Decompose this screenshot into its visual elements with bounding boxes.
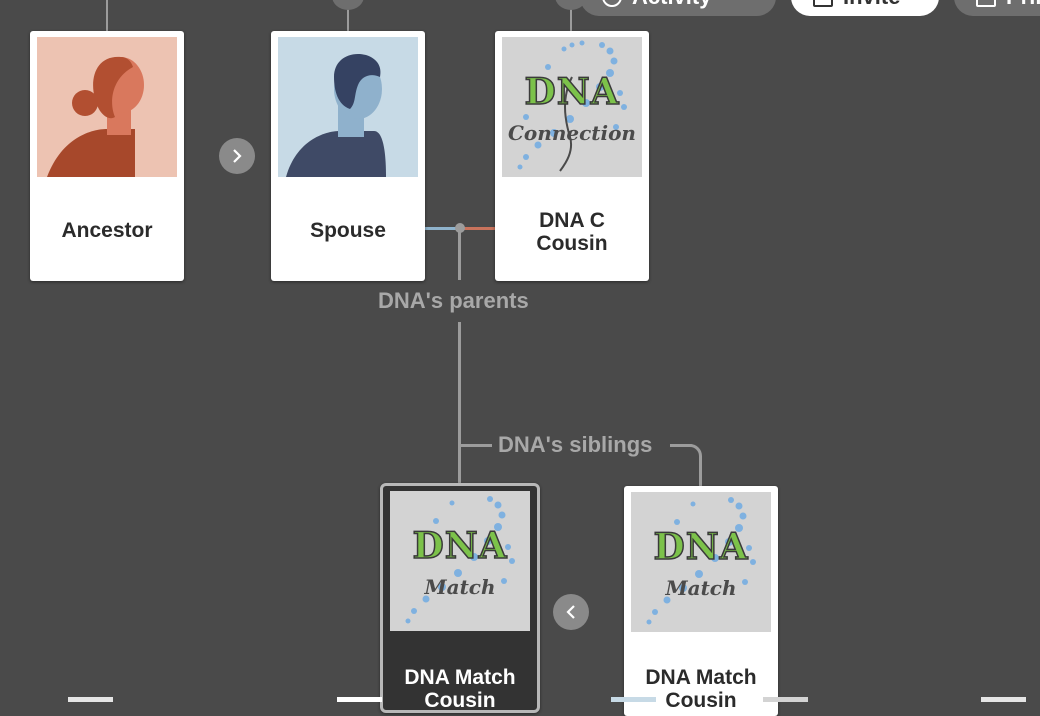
person-name: Ancestor xyxy=(61,219,153,242)
print-label: Print xyxy=(1006,0,1040,10)
printer-icon xyxy=(976,0,996,7)
dna-sub: Connection xyxy=(508,121,636,145)
dna-match-image: DNA Match xyxy=(390,491,530,631)
dna-word: DNA xyxy=(412,524,508,568)
male-avatar-icon xyxy=(278,37,418,177)
person-card-dna-match-selected[interactable]: DNA Match DNA Match Cousin xyxy=(380,483,540,713)
siblings-branch-left xyxy=(458,444,492,447)
bottom-thumbnail xyxy=(337,697,382,702)
chevron-right-icon xyxy=(233,149,242,163)
dna-match-image: DNA Match xyxy=(631,492,771,632)
person-card-spouse[interactable]: Spouse xyxy=(271,31,425,281)
invite-button[interactable]: Invite xyxy=(791,0,939,16)
chevron-left-icon xyxy=(566,605,575,619)
siblings-branch-curve xyxy=(684,444,702,486)
person-plus-icon xyxy=(813,0,833,7)
person-name: DNA Match Cousin xyxy=(645,666,757,712)
person-name: DNA C Cousin xyxy=(536,209,608,255)
ancestor-up-connector xyxy=(106,0,108,31)
dna-connection-image: DNA Connection xyxy=(502,37,642,177)
clock-icon xyxy=(602,0,622,7)
invite-label: Invite xyxy=(843,0,900,10)
parents-to-siblings-line xyxy=(458,322,461,484)
bottom-thumbnail xyxy=(763,697,808,702)
bottom-thumbnail xyxy=(68,697,113,702)
parents-label: DNA's parents xyxy=(372,288,535,314)
dna-word: DNA xyxy=(524,70,620,114)
dna-c-up-node xyxy=(555,0,587,10)
siblings-label: DNA's siblings xyxy=(492,432,659,458)
person-name: DNA Match Cousin xyxy=(404,666,516,712)
couple-down-connector xyxy=(458,232,461,280)
spouse-up-node xyxy=(332,0,364,10)
dna-sub: Match xyxy=(665,576,737,600)
person-card-dna-c-cousin[interactable]: DNA Connection DNA C Cousin xyxy=(495,31,649,281)
mother-line xyxy=(460,227,495,230)
prev-chevron-button[interactable] xyxy=(553,594,589,630)
person-card-dna-match[interactable]: DNA Match DNA Match Cousin xyxy=(624,486,778,716)
person-name: Spouse xyxy=(310,219,386,242)
activity-label: Activity xyxy=(632,0,711,10)
person-card-ancestor[interactable]: Ancestor xyxy=(30,31,184,281)
print-button[interactable]: Print xyxy=(954,0,1040,16)
dna-sub: Match xyxy=(424,575,496,599)
activity-button[interactable]: Activity xyxy=(580,0,776,16)
next-chevron-button[interactable] xyxy=(219,138,255,174)
dna-word: DNA xyxy=(653,525,749,569)
female-avatar-icon xyxy=(37,37,177,177)
bottom-thumbnail xyxy=(611,697,656,702)
bottom-thumbnail xyxy=(981,697,1026,702)
